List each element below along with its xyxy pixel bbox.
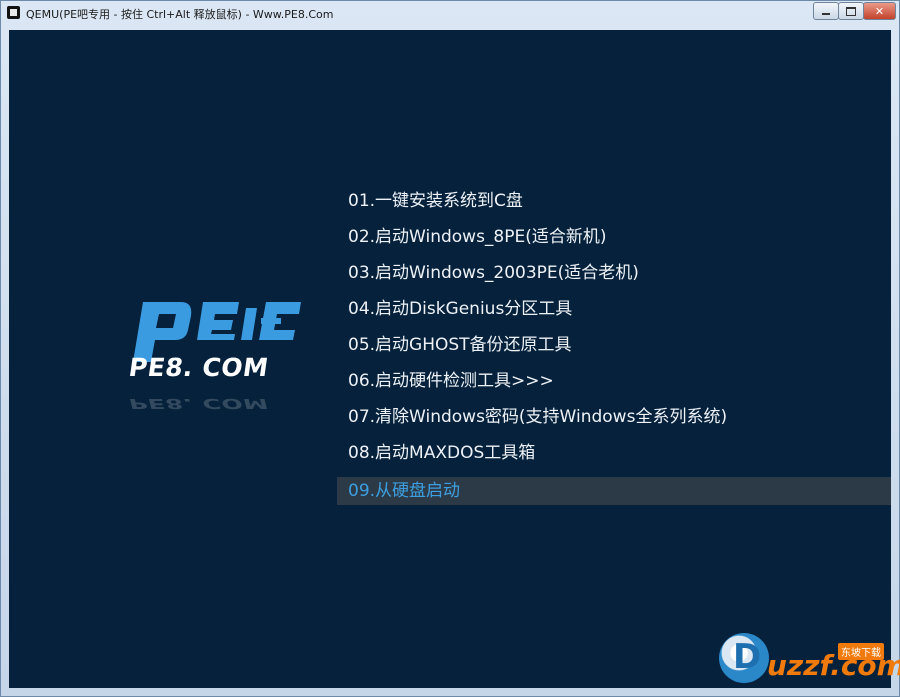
menu-item-ghost[interactable]: 05.启动GHOST备份还原工具 <box>337 330 891 366</box>
close-icon: ✕ <box>874 4 885 18</box>
window-title: QEMU(PE吧专用 - 按住 Ctrl+Alt 释放鼠标) - Www.PE8… <box>26 8 334 21</box>
minimize-icon <box>822 13 830 15</box>
watermark-letter: D <box>733 637 762 677</box>
boot-menu: 01.一键安装系统到C盘 02.启动Windows_8PE(适合新机) 03.启… <box>337 186 891 505</box>
logo-text: PE8. COM <box>126 353 271 382</box>
menu-item-clear-password[interactable]: 07.清除Windows密码(支持Windows全系列系统) <box>337 402 891 438</box>
menu-item-maxdos[interactable]: 08.启动MAXDOS工具箱 <box>337 438 891 474</box>
maximize-icon <box>846 6 856 16</box>
close-button[interactable]: ✕ <box>863 2 896 20</box>
qemu-app-icon <box>7 6 20 19</box>
qemu-window: QEMU(PE吧专用 - 按住 Ctrl+Alt 释放鼠标) - Www.PE8… <box>0 0 900 697</box>
menu-item-diskgenius[interactable]: 04.启动DiskGenius分区工具 <box>337 294 891 330</box>
title-bar[interactable]: QEMU(PE吧专用 - 按住 Ctrl+Alt 释放鼠标) - Www.PE8… <box>1 1 899 25</box>
uzzf-watermark: D uzzf.com 东坡下载 <box>719 633 900 688</box>
menu-item-boot-from-disk[interactable]: 09.从硬盘启动 <box>337 477 891 505</box>
menu-item-win2003pe[interactable]: 03.启动Windows_2003PE(适合老机) <box>337 258 891 294</box>
menu-item-win8pe[interactable]: 02.启动Windows_8PE(适合新机) <box>337 222 891 258</box>
menu-item-install-to-c[interactable]: 01.一键安装系统到C盘 <box>337 186 891 222</box>
logo-reflection: PE8. COM <box>126 395 271 412</box>
minimize-button[interactable] <box>813 2 839 20</box>
vm-screen[interactable]: PE8. COM PE8. COM 01.一键安装系统到C盘 02.启动Wind… <box>9 30 891 688</box>
maximize-button[interactable] <box>838 2 864 20</box>
menu-item-hardware-test[interactable]: 06.启动硬件检测工具>>> <box>337 366 891 402</box>
watermark-tag: 东坡下载 <box>838 643 884 660</box>
